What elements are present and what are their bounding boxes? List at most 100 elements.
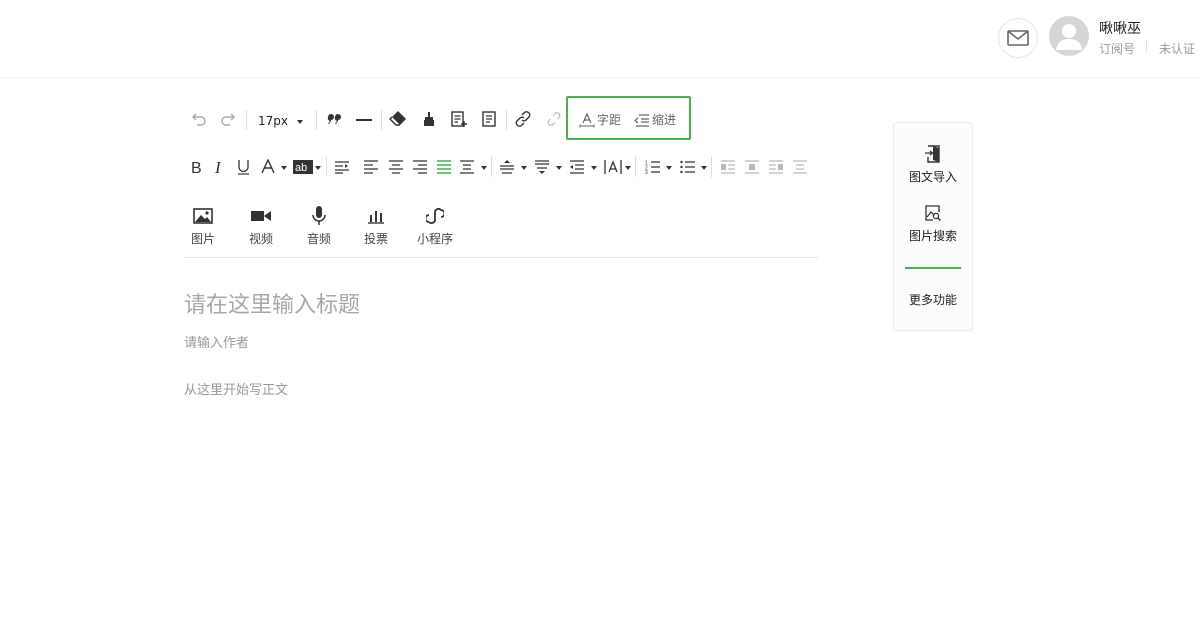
link-button[interactable] xyxy=(514,110,532,128)
ordered-list-button[interactable]: 123 xyxy=(644,159,662,175)
divider xyxy=(246,110,247,130)
ordered-list-icon: 123 xyxy=(645,161,660,174)
insert-image-button[interactable]: 图片 xyxy=(181,206,225,247)
avatar[interactable] xyxy=(1049,16,1089,56)
template-button[interactable] xyxy=(480,110,498,128)
undo-button[interactable] xyxy=(190,110,208,128)
chevron-down-icon[interactable] xyxy=(281,166,287,170)
unordered-list-button[interactable] xyxy=(679,159,697,175)
indent-button[interactable]: 缩进 xyxy=(634,111,676,128)
insert-video-button[interactable]: 视频 xyxy=(239,206,283,247)
video-icon xyxy=(251,211,271,221)
svg-text:B: B xyxy=(191,160,202,175)
align-justify-button[interactable] xyxy=(435,159,453,175)
divider xyxy=(635,157,636,177)
verify-status[interactable]: 未认证 xyxy=(1159,40,1195,57)
letter-spacing-label: 字距 xyxy=(597,113,622,127)
import-icon xyxy=(925,145,940,163)
outdent-button[interactable] xyxy=(568,159,586,175)
chevron-down-icon[interactable] xyxy=(701,166,707,170)
eraser-button[interactable] xyxy=(389,110,407,128)
float-center-button[interactable] xyxy=(743,159,761,175)
letter-spacing-icon xyxy=(579,112,595,127)
bold-button[interactable]: B xyxy=(188,158,204,176)
user-name[interactable]: 啾啾巫 xyxy=(1099,18,1141,38)
quote-icon xyxy=(327,114,341,124)
svg-text:I: I xyxy=(214,159,222,175)
background-color-button[interactable]: ab xyxy=(293,160,313,174)
top-bar: 啾啾巫 订阅号 未认证 xyxy=(0,0,1200,78)
float-left-button[interactable] xyxy=(719,159,737,175)
background-color-icon: ab xyxy=(293,160,313,174)
align-center-icon xyxy=(389,160,403,174)
align-justify-icon xyxy=(437,160,451,174)
redo-icon xyxy=(221,113,235,126)
title-input[interactable]: 请在这里输入标题 xyxy=(184,287,360,319)
divider xyxy=(316,110,317,130)
mini-program-icon xyxy=(426,208,444,224)
chevron-down-icon[interactable] xyxy=(315,166,321,170)
chevron-down-icon[interactable] xyxy=(521,166,527,170)
editor-toolbar: 17px 字距 缩进 B I ab 1 2 3 图片 视频 音频 投票 小程序 xyxy=(184,78,818,258)
horizontal-rule-button[interactable] xyxy=(355,112,373,128)
float-left-icon xyxy=(721,160,735,174)
redo-button[interactable] xyxy=(219,110,237,128)
font-size-value: 17px xyxy=(258,114,288,128)
undo-icon xyxy=(192,113,206,126)
insert-audio-button[interactable]: 音频 xyxy=(297,206,341,247)
font-color-button[interactable] xyxy=(260,158,276,176)
eraser-icon xyxy=(389,111,406,126)
author-input[interactable]: 请输入作者 xyxy=(184,332,249,351)
distribute-button[interactable] xyxy=(458,159,476,175)
letter-spacing-button[interactable]: 字距 xyxy=(579,111,621,128)
mail-button[interactable] xyxy=(998,18,1038,58)
align-right-icon xyxy=(413,160,427,174)
vote-chart-icon xyxy=(368,211,384,224)
body-input[interactable]: 从这里开始写正文 xyxy=(184,379,288,398)
chevron-down-icon[interactable] xyxy=(591,166,597,170)
text-direction-icon xyxy=(335,161,349,174)
image-search-label: 图片搜索 xyxy=(908,229,957,243)
float-none-button[interactable] xyxy=(791,159,809,175)
unlink-button[interactable] xyxy=(546,111,562,127)
outdent-icon xyxy=(570,160,584,174)
font-size-select[interactable]: 17px xyxy=(258,114,308,128)
text-direction-button[interactable] xyxy=(333,159,351,175)
paragraph-spacing-icon xyxy=(535,160,549,174)
insert-vote-label: 投票 xyxy=(363,232,388,246)
image-search-button[interactable]: 图片搜索 xyxy=(894,203,972,244)
line-height-icon xyxy=(500,160,514,174)
underline-button[interactable] xyxy=(235,158,251,176)
more-features-button[interactable]: 更多功能 xyxy=(894,291,972,308)
insert-template-button[interactable] xyxy=(450,110,468,128)
format-painter-icon xyxy=(424,112,434,126)
chevron-down-icon[interactable] xyxy=(625,166,631,170)
article-import-button[interactable]: 图文导入 xyxy=(894,144,972,185)
align-left-button[interactable] xyxy=(362,159,380,175)
paragraph-spacing-button[interactable] xyxy=(533,159,551,175)
insert-mini-program-button[interactable]: 小程序 xyxy=(413,206,457,247)
insert-image-label: 图片 xyxy=(190,232,215,246)
insert-vote-button[interactable]: 投票 xyxy=(354,206,398,247)
quote-button[interactable] xyxy=(325,112,343,128)
float-right-button[interactable] xyxy=(767,159,785,175)
chevron-down-icon[interactable] xyxy=(556,166,562,170)
line-height-button[interactable] xyxy=(498,159,516,175)
divider xyxy=(905,267,961,269)
italic-button[interactable]: I xyxy=(212,158,228,176)
divider xyxy=(381,110,382,130)
font-color-icon xyxy=(261,159,275,174)
divider xyxy=(326,157,327,177)
align-right-button[interactable] xyxy=(411,159,429,175)
chevron-down-icon[interactable] xyxy=(666,166,672,170)
default-avatar-icon xyxy=(1056,24,1082,50)
template-icon xyxy=(482,111,496,127)
insert-audio-label: 音频 xyxy=(306,232,331,246)
chevron-down-icon[interactable] xyxy=(481,166,487,170)
format-painter-button[interactable] xyxy=(420,110,438,128)
letter-case-button[interactable] xyxy=(602,158,624,176)
insert-mini-program-label: 小程序 xyxy=(416,232,453,246)
align-center-button[interactable] xyxy=(387,159,405,175)
chevron-down-icon xyxy=(297,120,303,124)
link-icon xyxy=(515,111,531,127)
